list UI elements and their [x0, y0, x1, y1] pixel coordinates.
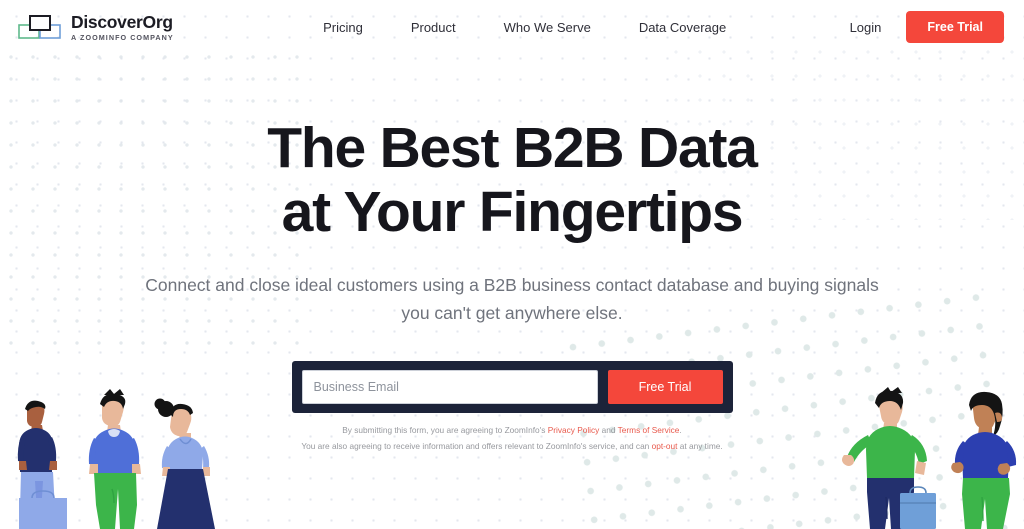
headline-line-1: The Best B2B Data [267, 116, 758, 180]
header-free-trial-button[interactable]: Free Trial [906, 11, 1004, 43]
two-standing-people-illustration [824, 379, 1024, 529]
nav-item-data-coverage[interactable]: Data Coverage [639, 20, 726, 35]
hero-subheadline: Connect and close ideal customers using … [145, 274, 879, 324]
brand-name: DiscoverOrg [71, 11, 173, 32]
opt-out-link[interactable]: opt-out [652, 441, 678, 451]
form-free-trial-button[interactable]: Free Trial [607, 369, 723, 404]
login-link[interactable]: Login [850, 20, 882, 35]
form-fineprint: By submitting this form, you are agreein… [292, 422, 733, 454]
hero-section: The Best B2B Data at Your Fingertips Con… [0, 54, 1024, 328]
fineprint-line-1: By submitting this form, you are agreein… [292, 422, 733, 438]
fineprint-line-2: You are also agreeing to receive informa… [292, 438, 733, 454]
page-title: The Best B2B Data at Your Fingertips [0, 116, 1024, 245]
terms-of-service-link[interactable]: Terms of Service [618, 425, 680, 435]
business-email-input[interactable] [301, 369, 598, 404]
nav-item-who-we-serve[interactable]: Who We Serve [504, 20, 591, 35]
brand-tagline: A ZOOMINFO COMPANY [71, 32, 174, 42]
fineprint-line2-pre: You are also agreeing to receive informa… [301, 440, 652, 451]
fineprint-line1-mid: and [599, 424, 618, 435]
discoverorg-logo-icon [18, 13, 62, 41]
signup-form-bar: Free Trial [291, 360, 733, 413]
fineprint-line2-post: at any time. [677, 440, 723, 451]
header-actions: Login Free Trial [850, 11, 1004, 43]
brand-logo[interactable]: DiscoverOrg A ZOOMINFO COMPANY [18, 13, 174, 41]
three-standing-people-illustration [8, 385, 238, 529]
privacy-policy-link[interactable]: Privacy Policy [548, 425, 600, 435]
nav-item-pricing[interactable]: Pricing [323, 20, 363, 35]
man-with-briefcase [842, 387, 936, 529]
signup-form: Free Trial By submitting this form, you … [291, 360, 733, 454]
site-header: DiscoverOrg A ZOOMINFO COMPANY Pricing P… [0, 0, 1024, 54]
nav-item-product[interactable]: Product [411, 20, 456, 35]
person-with-bag [17, 400, 67, 529]
person-green-pants [88, 389, 141, 529]
woman-with-bun [154, 398, 215, 529]
main-navigation: Pricing Product Who We Serve Data Covera… [297, 20, 726, 35]
fineprint-line1-post: . [679, 424, 682, 435]
headline-line-2: at Your Fingertips [281, 180, 744, 245]
woman-green-pants [951, 391, 1017, 529]
fineprint-line1-pre: By submitting this form, you are agreein… [342, 424, 548, 435]
